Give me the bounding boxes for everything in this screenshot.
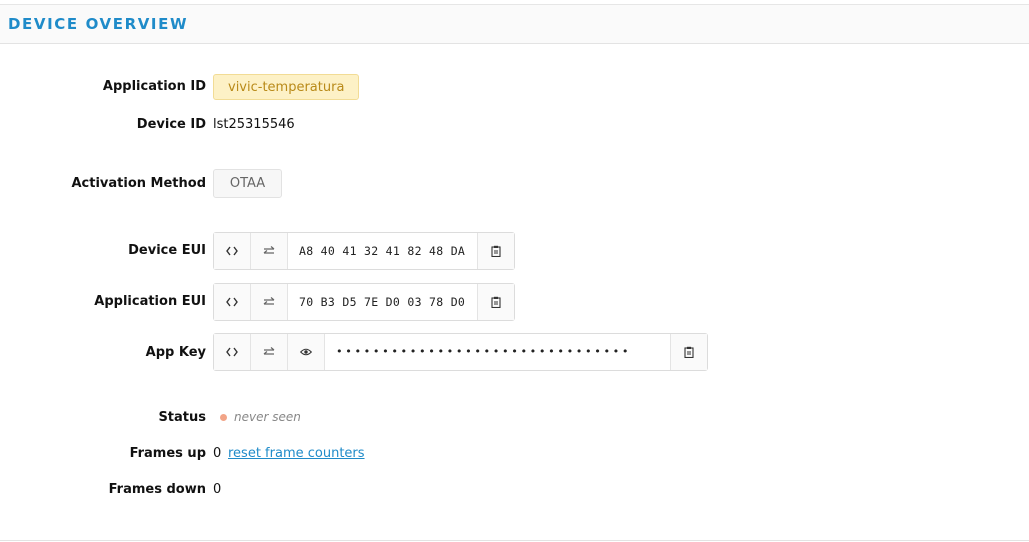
- application-eui-value: 70 B3 D5 7E D0 03 78 D0: [299, 295, 466, 309]
- device-id-value: lst25315546: [213, 117, 295, 132]
- device-eui-label: Device EUI: [128, 243, 206, 258]
- code-brackets-icon[interactable]: [214, 284, 251, 320]
- frames-up-label: Frames up: [129, 446, 206, 461]
- reset-frame-counters-link[interactable]: reset frame counters: [228, 446, 365, 461]
- application-id-label: Application ID: [102, 79, 206, 94]
- clipboard-icon[interactable]: [477, 233, 514, 269]
- status-value: never seen: [234, 410, 301, 424]
- application-eui-field: 70 B3 D5 7E D0 03 78 D0: [213, 283, 515, 321]
- app-key-label: App Key: [145, 345, 206, 360]
- clipboard-icon[interactable]: [670, 334, 707, 370]
- status-indicator-dot: [220, 414, 227, 421]
- status-label: Status: [158, 410, 206, 425]
- frames-up-value: 0: [213, 446, 222, 461]
- application-eui-label: Application EUI: [94, 294, 206, 309]
- activation-method-tag: OTAA: [213, 169, 282, 198]
- page-title: DEVICE OVERVIEW: [8, 15, 189, 33]
- device-eui-field: A8 40 41 32 41 82 48 DA: [213, 232, 515, 270]
- swap-arrows-icon[interactable]: [251, 284, 288, 320]
- device-id-label: Device ID: [136, 117, 206, 132]
- app-key-field: ••••••••••••••••••••••••••••••••: [213, 333, 708, 371]
- code-brackets-icon[interactable]: [214, 334, 251, 370]
- bottom-border: [0, 540, 1029, 541]
- eye-icon[interactable]: [288, 334, 325, 370]
- device-eui-value: A8 40 41 32 41 82 48 DA: [299, 244, 466, 258]
- swap-arrows-icon[interactable]: [251, 334, 288, 370]
- frames-down-value: 0: [213, 482, 222, 497]
- app-key-value: ••••••••••••••••••••••••••••••••: [336, 345, 632, 358]
- activation-method-label: Activation Method: [71, 176, 206, 191]
- code-brackets-icon[interactable]: [214, 233, 251, 269]
- section-header: DEVICE OVERVIEW: [0, 5, 1029, 44]
- clipboard-icon[interactable]: [477, 284, 514, 320]
- frames-down-label: Frames down: [108, 482, 206, 497]
- application-id-tag[interactable]: vivic-temperatura: [213, 74, 360, 100]
- swap-arrows-icon[interactable]: [251, 233, 288, 269]
